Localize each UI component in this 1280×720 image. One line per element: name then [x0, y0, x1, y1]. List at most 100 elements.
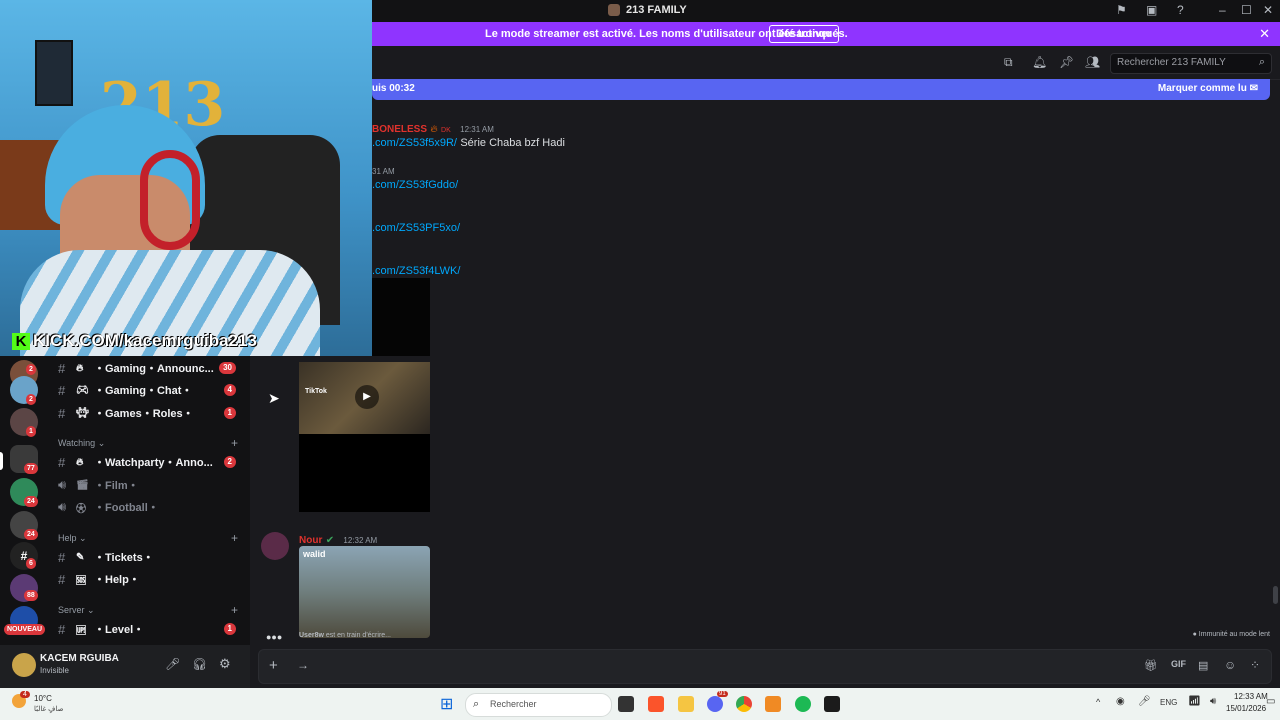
notification-icon[interactable]: ▭	[1266, 696, 1275, 707]
gift-icon[interactable]: 🎁︎	[1144, 659, 1158, 672]
clock-date[interactable]: 15/01/2026	[1226, 704, 1266, 713]
channel-tickets[interactable]: # ✎ ・Tickets・	[58, 547, 248, 567]
help-icon[interactable]: ?	[1177, 3, 1184, 17]
channel-gaming-announcements[interactable]: # 🔥︎ ・Gaming・Announc... 30	[58, 358, 248, 378]
channel-level[interactable]: # 🆙︎ ・Level・ 1	[58, 619, 248, 639]
server-icon[interactable]: #6	[10, 542, 38, 570]
sticker-icon[interactable]: ▤	[1198, 659, 1208, 672]
threads-icon[interactable]: ⧉	[1004, 55, 1013, 70]
close-window-icon[interactable]: ✕	[1263, 3, 1273, 17]
add-channel-icon[interactable]: +	[231, 436, 238, 450]
add-attachment-icon[interactable]: +	[269, 657, 278, 674]
network-icon[interactable]: ◉	[1116, 696, 1125, 707]
message-author[interactable]: Nour	[299, 535, 322, 546]
headphones-icon[interactable]: 🎧︎	[192, 657, 207, 671]
scrollbar[interactable]	[1273, 586, 1278, 604]
channel-help[interactable]: # 🆘︎ ・Help・	[58, 569, 248, 589]
composer-area: + → 🎁︎ GIF ▤ ☺ ⁘	[250, 645, 1280, 688]
channel-football[interactable]: 🔊︎ ⚽︎ ・Football・	[58, 497, 248, 517]
category-server[interactable]: Server ⌄	[58, 605, 95, 616]
maximize-icon[interactable]: ☐	[1241, 3, 1252, 17]
username[interactable]: KACEM RGUIBA	[40, 653, 119, 664]
message-list: BONELESS 🔥︎ DK 12:31 AM .com/ZS53f5x9R/ …	[250, 100, 1280, 645]
kick-logo-icon: K	[12, 332, 30, 350]
add-channel-icon[interactable]: +	[231, 531, 238, 545]
chrome-icon[interactable]	[736, 696, 752, 712]
arrow-icon[interactable]: →	[297, 658, 309, 672]
disable-streamer-button[interactable]: Désactiver	[769, 25, 839, 43]
discord-icon[interactable]	[707, 696, 723, 712]
microphone-icon[interactable]: 🎤︎	[165, 657, 180, 671]
flag-icon[interactable]: ⚑	[1116, 3, 1127, 17]
brave-icon[interactable]	[648, 696, 664, 712]
server-icon[interactable]: 88	[10, 574, 38, 602]
unread-badge: 30	[219, 362, 236, 374]
window-title: 213 FAMILY	[608, 4, 687, 16]
channel-watchparty[interactable]: # 🔥︎ ・Watchparty・Anno... 2	[58, 452, 248, 472]
category-help[interactable]: Help ⌄	[58, 533, 87, 544]
level-icon: 🆙︎	[76, 625, 86, 637]
channel-header: ⧉ 🔔︎ 📌︎ 👥︎ Rechercher 213 FAMILY ⌕	[372, 46, 1280, 80]
screen-share-icon[interactable]: ▣	[1146, 3, 1157, 17]
search-input[interactable]: Rechercher 213 FAMILY ⌕	[1110, 53, 1272, 74]
message-link[interactable]: .com/ZS53PF5xo/	[372, 222, 460, 234]
message-input[interactable]: + → 🎁︎ GIF ▤ ☺ ⁘	[258, 649, 1272, 684]
app-icon[interactable]	[824, 696, 840, 712]
chevron-up-icon[interactable]: ^	[1096, 697, 1100, 707]
volume-icon[interactable]: 🔊︎	[1210, 696, 1216, 707]
server-icon[interactable]: 1	[10, 408, 38, 437]
wifi-icon[interactable]: 📶︎	[1188, 696, 1201, 707]
mark-as-read-button[interactable]: Marquer comme lu ✉︎	[1158, 83, 1258, 94]
unread-badge: 4	[223, 384, 236, 396]
clock-time[interactable]: 12:33 AM	[1234, 692, 1268, 701]
channel-film[interactable]: 🔊︎ 🎬︎ ・Film・	[58, 475, 248, 495]
taskbar-search[interactable]: ⌕ Rechercher	[465, 693, 612, 717]
apps-icon[interactable]: ⁘	[1250, 658, 1260, 672]
server-icon[interactable]: 2	[10, 376, 38, 405]
unread-badge: 2	[26, 364, 36, 375]
message-link[interactable]: .com/ZS53f4LWK/	[372, 265, 460, 277]
typing-indicator: User8w est en train d'écrire...	[299, 632, 392, 639]
windows-start-icon[interactable]: ⊞	[440, 694, 453, 714]
verified-icon: ✔	[325, 535, 335, 546]
close-icon[interactable]: ✕	[1259, 26, 1270, 42]
microphone-icon[interactable]: 🎤︎	[1138, 696, 1151, 707]
message-link[interactable]: .com/ZS53f5x9R/	[372, 137, 457, 149]
channel-list: # 🔥︎ ・Gaming・Announc... 30 # 🎮︎ ・Gaming・Chat・…	[48, 356, 250, 645]
video-embed[interactable]	[372, 278, 430, 356]
sos-icon: 🆘︎	[76, 575, 86, 587]
channel-games-roles[interactable]: # 👾︎ ・Games・Roles・ 1	[58, 403, 248, 423]
gif-icon[interactable]: GIF	[1171, 659, 1186, 669]
minimize-icon[interactable]: –	[1219, 3, 1226, 17]
new-messages-bar[interactable]: uis 00:32 Marquer comme lu ✉︎	[372, 79, 1270, 100]
server-icon[interactable]: 24	[10, 478, 38, 507]
unread-badge: 6	[26, 558, 36, 569]
message-author[interactable]: BONELESS	[372, 124, 427, 135]
server-icon-213-family[interactable]: 77	[10, 445, 38, 474]
spotify-icon[interactable]	[795, 696, 811, 712]
server-icon[interactable]: 24	[10, 511, 38, 540]
task-view-icon[interactable]	[618, 696, 634, 712]
mouse-cursor-icon: ➤	[268, 390, 280, 406]
ball-icon: ⚽︎	[76, 503, 86, 515]
avatar[interactable]	[12, 653, 36, 677]
channel-gaming-chat[interactable]: # 🎮︎ ・Gaming・Chat・ 4	[58, 380, 248, 400]
emoji-icon[interactable]: ☺	[1224, 658, 1236, 672]
add-channel-icon[interactable]: +	[231, 603, 238, 617]
folder-icon[interactable]	[678, 696, 694, 712]
bell-icon[interactable]: 🔔︎	[1032, 55, 1047, 69]
gear-icon[interactable]: ⚙	[219, 656, 231, 672]
app-icon[interactable]	[765, 696, 781, 712]
tiktok-embed[interactable]: ▶ TikTok	[299, 362, 430, 512]
category-watching[interactable]: Watching ⌄	[58, 438, 105, 449]
pin-icon[interactable]: 📌︎	[1059, 55, 1074, 69]
unread-badge: 1	[26, 426, 36, 437]
avatar[interactable]	[261, 532, 289, 560]
speaker-icon: 🔊︎	[58, 499, 67, 514]
language-indicator[interactable]: ENG	[1160, 698, 1177, 707]
image-embed[interactable]: walid	[299, 546, 430, 638]
emoji-icon: 🔥︎	[76, 362, 84, 374]
message-link[interactable]: .com/ZS53fGddo/	[372, 179, 458, 191]
play-icon[interactable]: ▶	[355, 385, 379, 409]
members-icon[interactable]: 👥︎	[1085, 55, 1100, 69]
